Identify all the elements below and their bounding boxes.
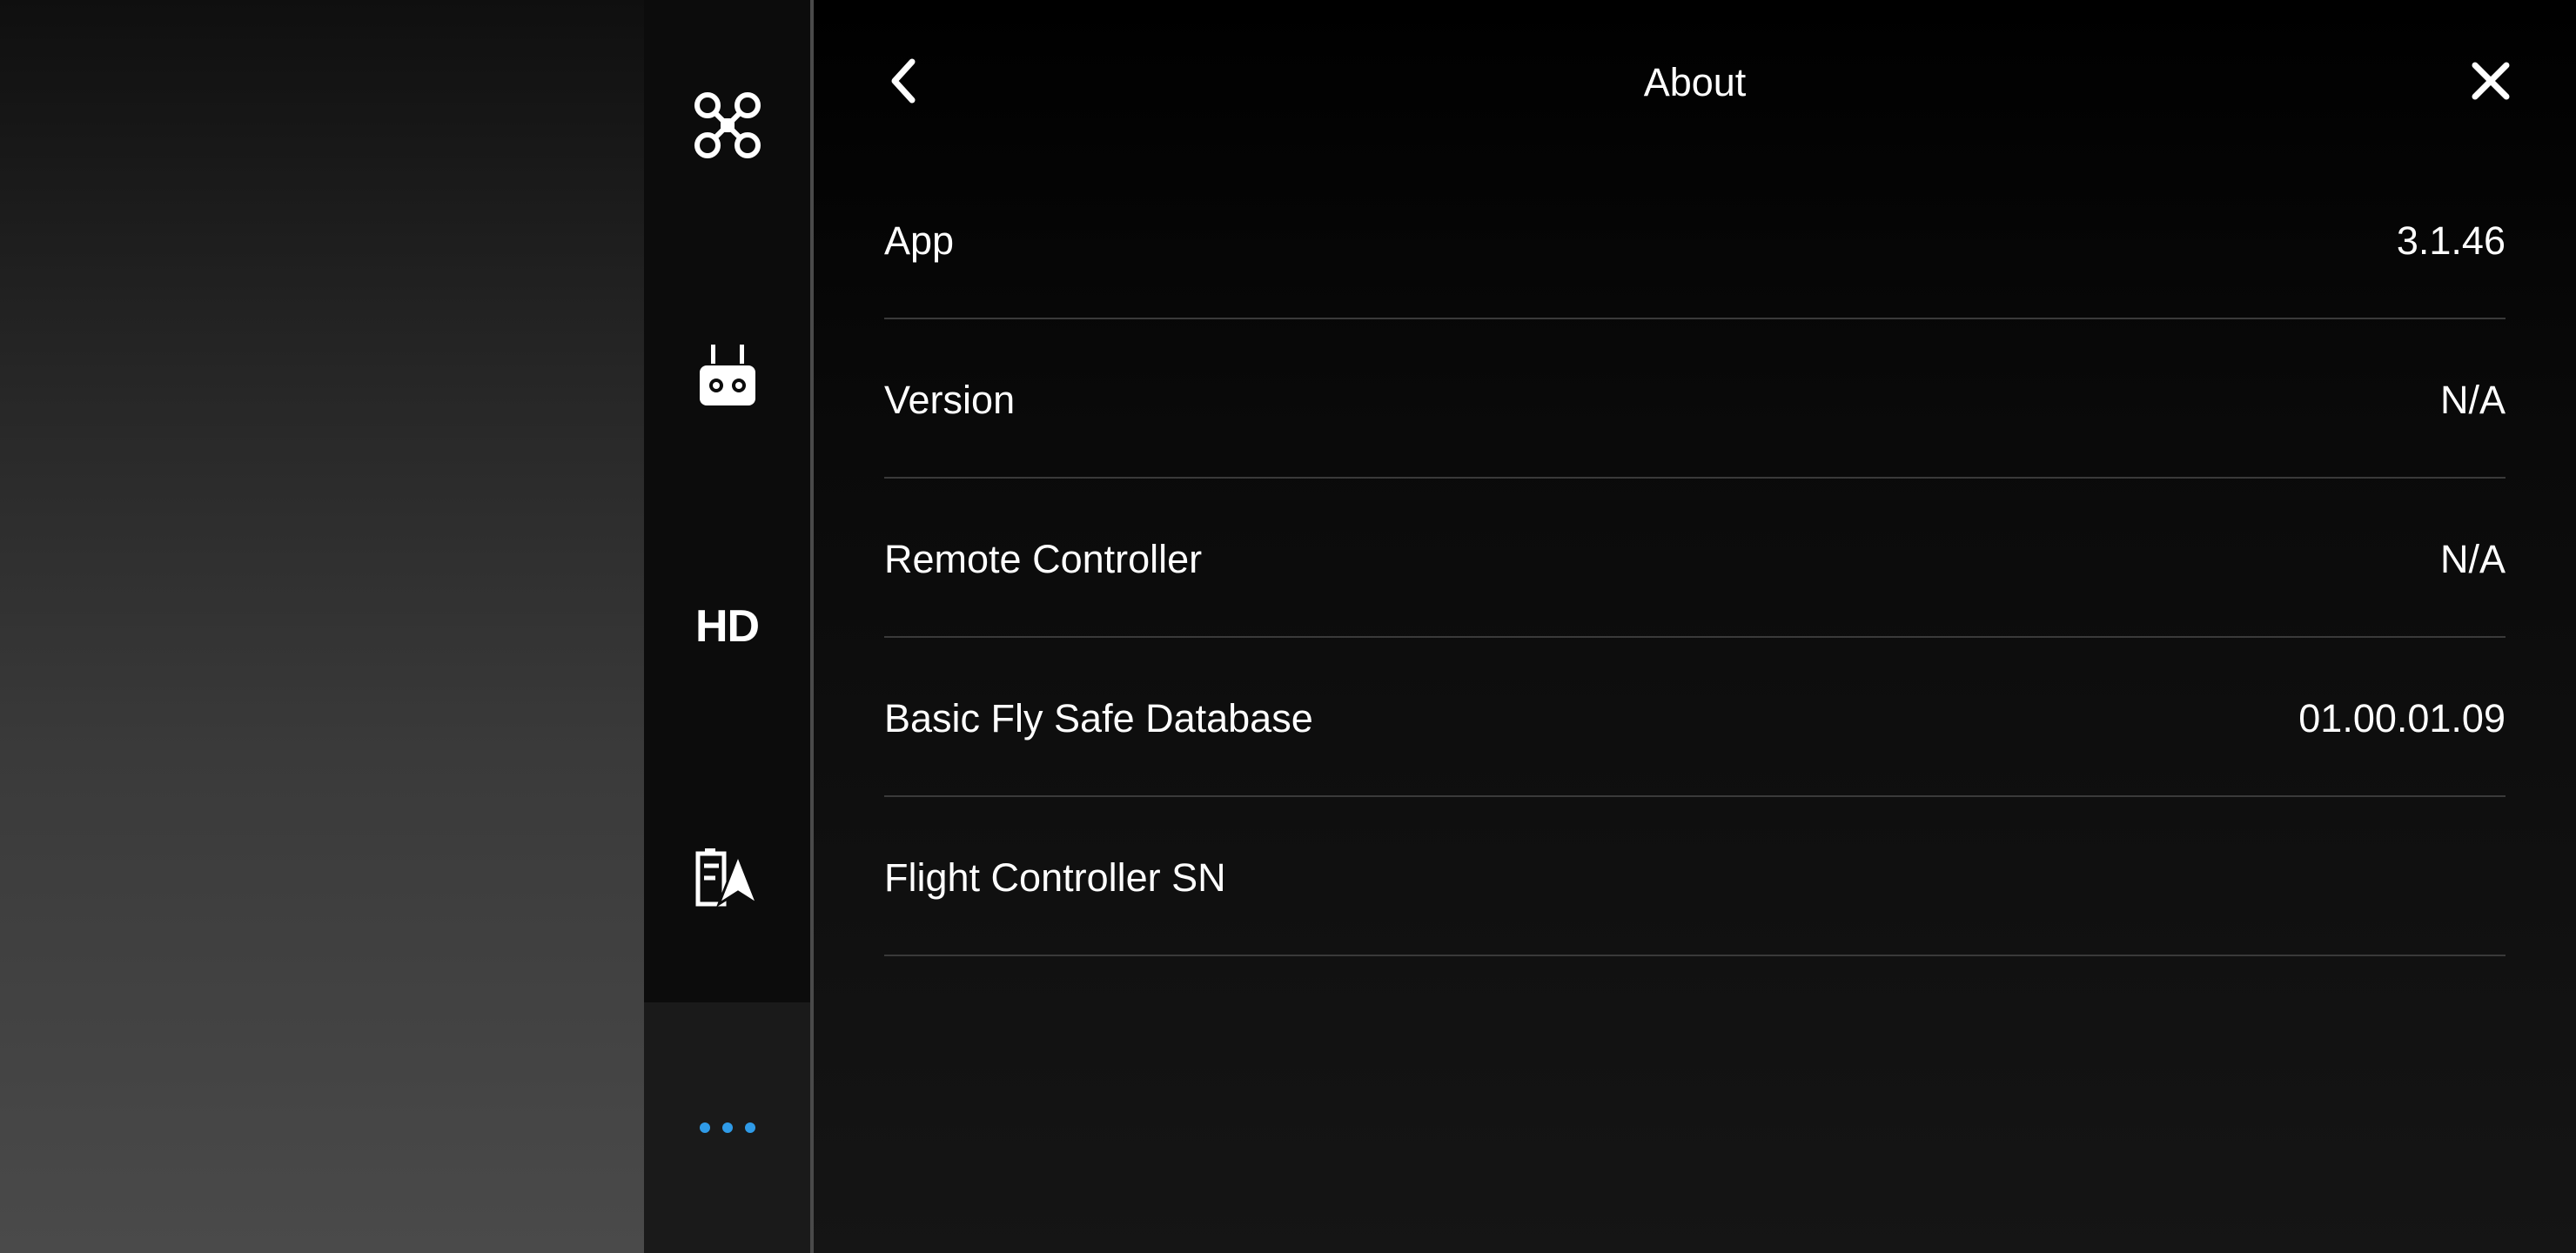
more-dots-icon bbox=[699, 1122, 755, 1133]
close-button[interactable] bbox=[2456, 48, 2526, 117]
hd-icon: HD bbox=[694, 601, 760, 652]
close-icon bbox=[2470, 60, 2512, 106]
panel-header: About bbox=[814, 0, 2576, 165]
sidebar-item-aircraft[interactable] bbox=[644, 0, 810, 251]
row-label: Basic Fly Safe Database bbox=[884, 695, 1313, 740]
row-value: 01.00.01.09 bbox=[2298, 695, 2506, 740]
settings-sidebar: HD bbox=[644, 0, 814, 1253]
app-root: HD About App 3.1.46 Version N/A Remote C… bbox=[0, 0, 2576, 1253]
camera-view-background bbox=[0, 0, 644, 1253]
row-value: N/A bbox=[2439, 377, 2506, 422]
row-value: N/A bbox=[2439, 536, 2506, 581]
aircraft-icon bbox=[693, 90, 762, 160]
row-label: Flight Controller SN bbox=[884, 854, 1226, 900]
list-item-version: Version N/A bbox=[884, 319, 2506, 479]
sidebar-item-remote-controller[interactable] bbox=[644, 251, 810, 501]
sidebar-item-flight-battery[interactable] bbox=[644, 752, 810, 1002]
about-panel: About App 3.1.46 Version N/A Remote Cont… bbox=[814, 0, 2576, 1253]
sidebar-item-more[interactable] bbox=[644, 1002, 810, 1253]
row-value: 3.1.46 bbox=[2396, 218, 2506, 263]
row-label: Version bbox=[884, 377, 1016, 422]
flight-battery-icon bbox=[694, 847, 761, 908]
row-label: App bbox=[884, 218, 955, 263]
about-info-list: App 3.1.46 Version N/A Remote Controller… bbox=[884, 160, 2506, 956]
remote-controller-icon bbox=[697, 341, 758, 411]
list-item-flight-controller-sn: Flight Controller SN bbox=[884, 797, 2506, 956]
sidebar-item-hd[interactable]: HD bbox=[644, 501, 810, 752]
row-label: Remote Controller bbox=[884, 536, 1203, 581]
page-title: About bbox=[1643, 60, 1747, 104]
list-item-remote-controller: Remote Controller N/A bbox=[884, 479, 2506, 638]
list-item-fly-safe-database: Basic Fly Safe Database 01.00.01.09 bbox=[884, 638, 2506, 797]
list-item-app: App 3.1.46 bbox=[884, 160, 2506, 319]
